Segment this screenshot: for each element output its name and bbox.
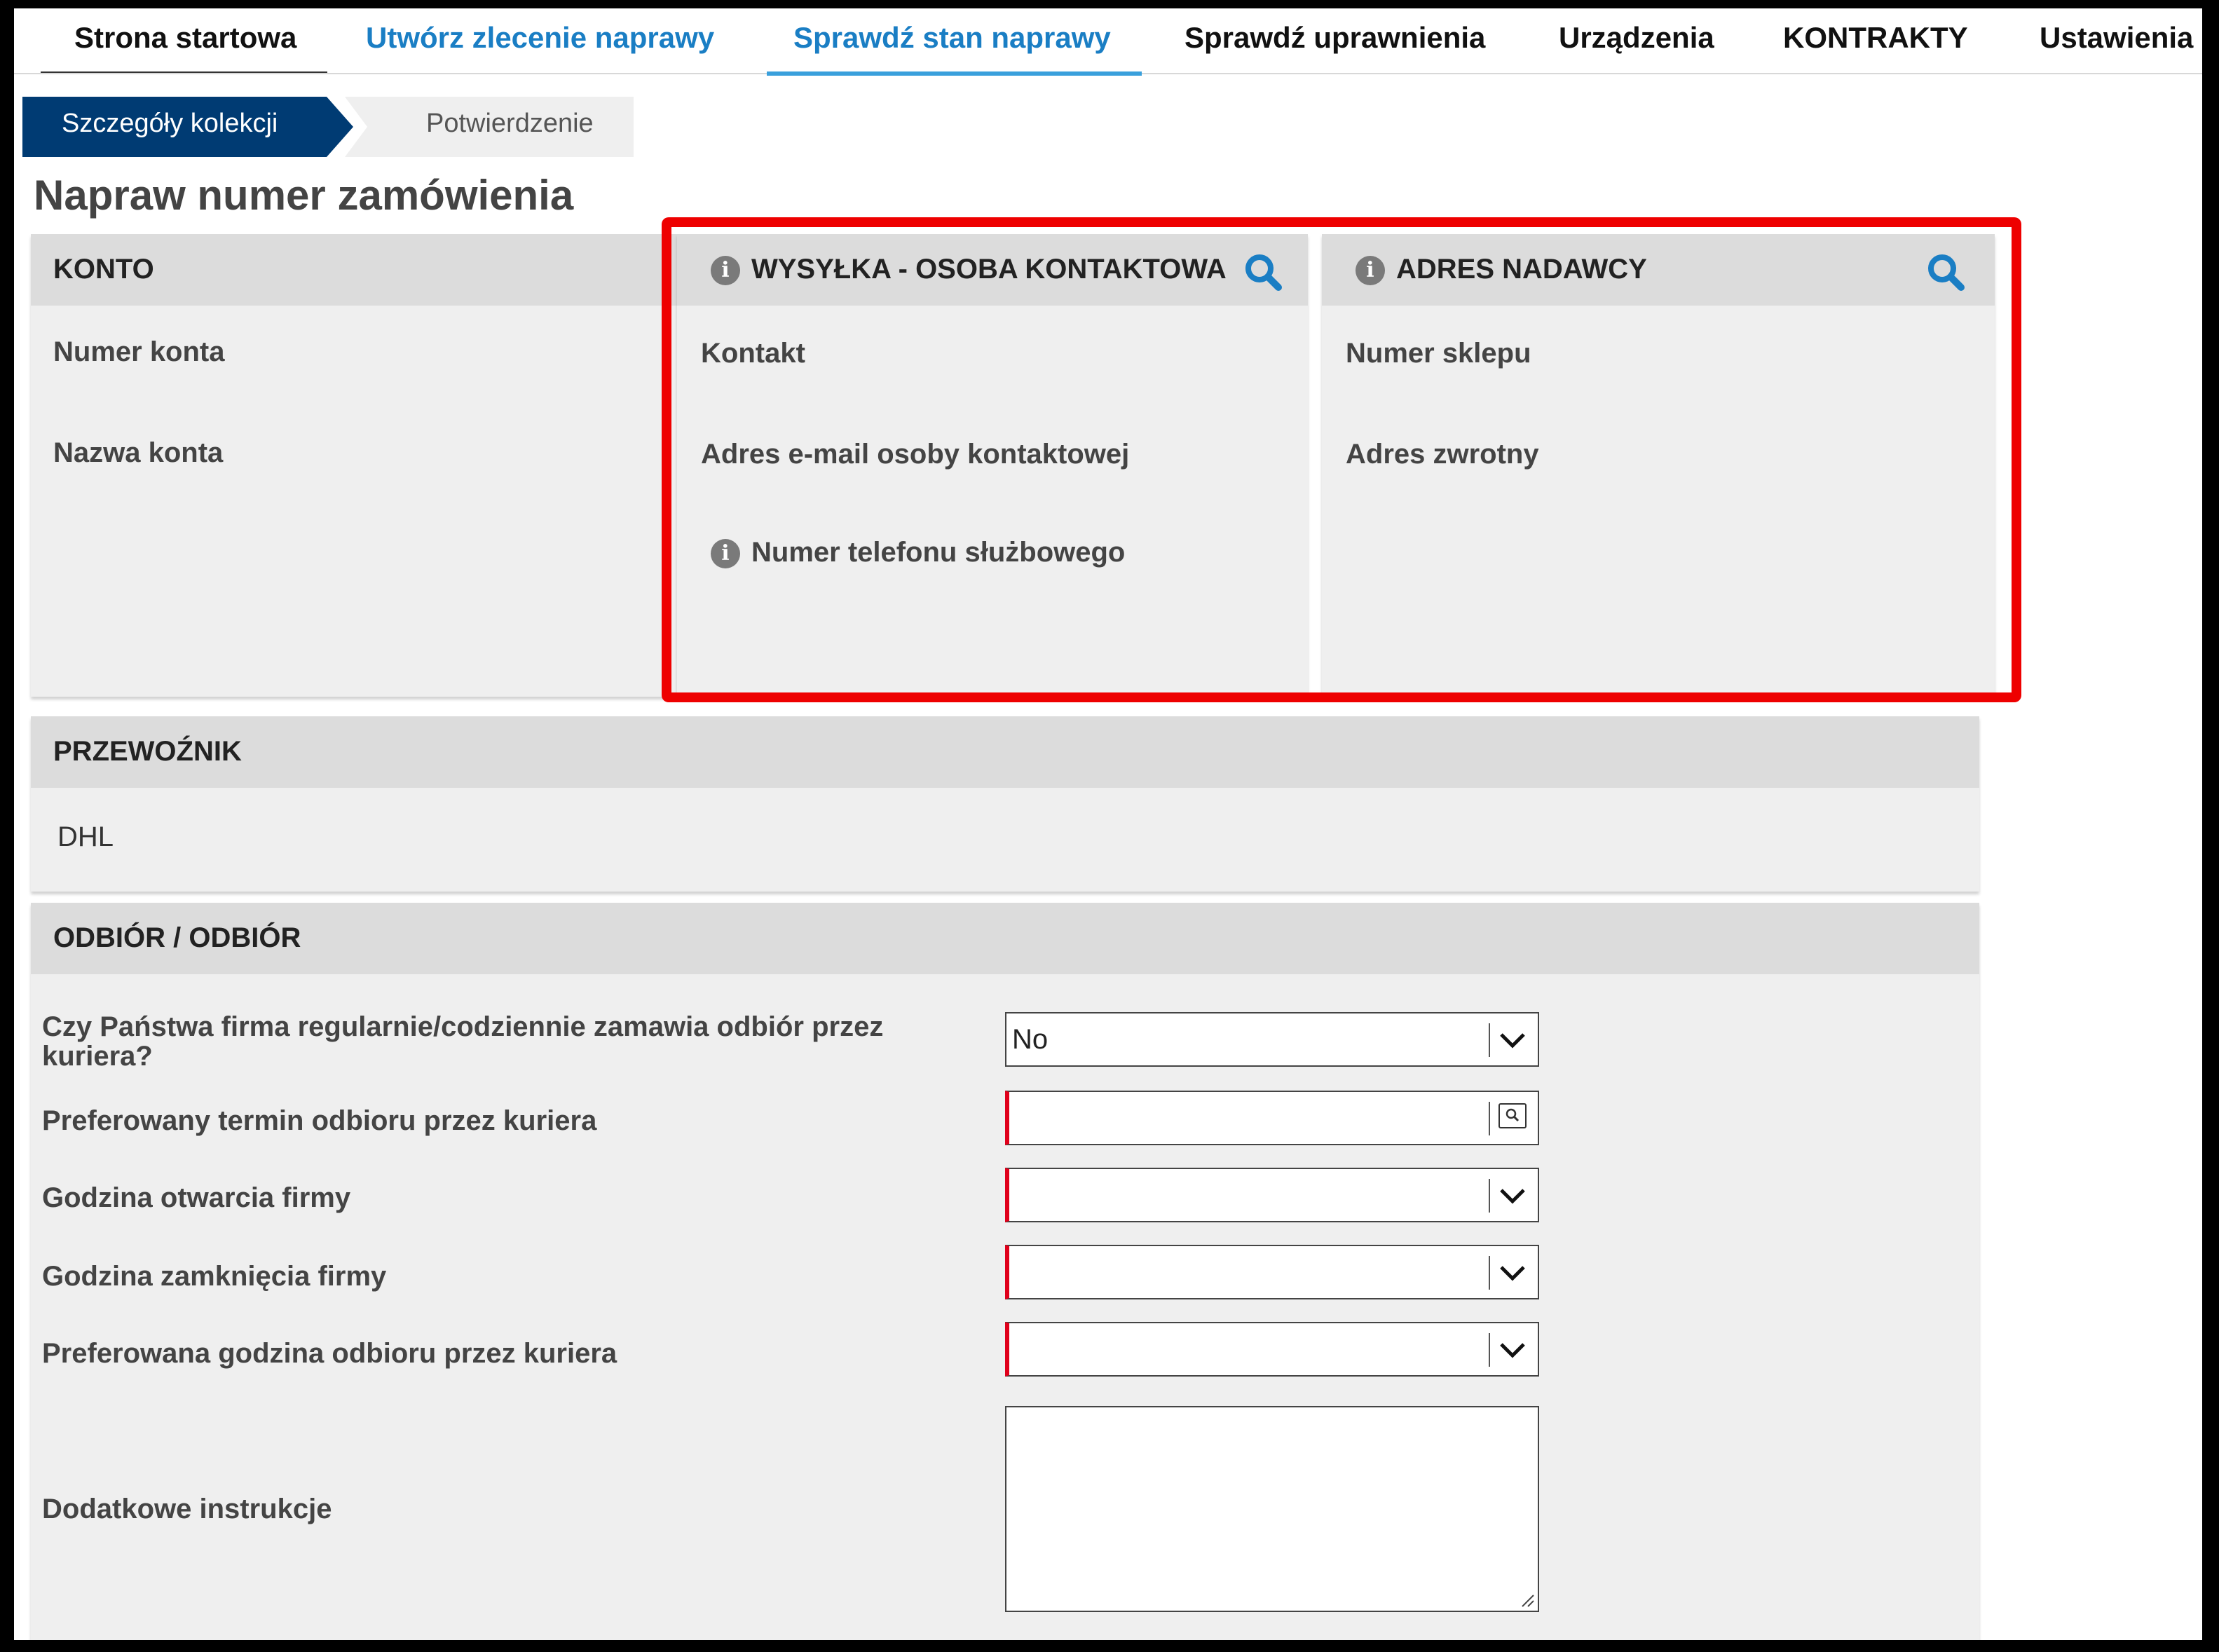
carrier-panel: PRZEWOŹNIK DHL (31, 716, 1979, 892)
select-separator (1489, 1179, 1490, 1213)
highlight-box (662, 217, 2021, 702)
closing-hour-label: Godzina zamknięcia firmy (42, 1261, 387, 1292)
select-separator (1489, 1023, 1490, 1057)
nav-home-label: Strona startowa (74, 21, 297, 54)
opening-hour-select[interactable] (1005, 1168, 1539, 1222)
page-title: Napraw numer zamówienia (34, 172, 574, 219)
wizard-step-confirmation: Potwierdzenie (345, 97, 634, 157)
opening-hour-label: Godzina otwarcia firmy (42, 1182, 351, 1213)
calendar-icon[interactable] (1498, 1103, 1527, 1128)
nav-contracts-label: KONTRAKTY (1783, 21, 1968, 54)
nav-contracts[interactable]: KONTRAKTY (1783, 8, 1968, 71)
nav-devices-label: Urządzenia (1559, 21, 1714, 54)
nav-check-entitlements[interactable]: Sprawdź uprawnienia (1184, 8, 1485, 71)
pickup-panel-title: ODBIÓR / ODBIÓR (31, 903, 1979, 974)
nav-settings[interactable]: Ustawienia (2040, 8, 2193, 71)
calendar-magnifier-glyph (1505, 1108, 1520, 1122)
carrier-value: DHL (57, 821, 114, 852)
chevron-down-icon[interactable] (1497, 1336, 1528, 1364)
app-frame: Strona startowa Utwórz zlecenie naprawy … (14, 8, 2202, 1640)
nav-devices[interactable]: Urządzenia (1559, 8, 1714, 71)
nav-active-underline (767, 71, 1142, 76)
chevron-down-icon[interactable] (1497, 1026, 1528, 1054)
nav-check-repair-status-label: Sprawdź stan naprawy (793, 21, 1111, 54)
nav-check-entitlements-label: Sprawdź uprawnienia (1184, 21, 1486, 54)
pickup-date-label: Preferowany termin odbioru przez kuriera (42, 1105, 597, 1136)
pickup-time-select[interactable] (1005, 1322, 1539, 1377)
instructions-textarea[interactable] (1005, 1406, 1539, 1612)
instructions-label: Dodatkowe instrukcje (42, 1494, 332, 1524)
select-separator (1489, 1256, 1490, 1290)
chevron-down-icon[interactable] (1497, 1182, 1528, 1210)
regular-pickup-label: Czy Państwa firma regularnie/codziennie … (42, 1011, 884, 1072)
nav-home-underline (41, 71, 328, 73)
nav-create-repair[interactable]: Utwórz zlecenie naprawy (366, 8, 714, 71)
nav-settings-label: Ustawienia (2040, 21, 2194, 54)
account-number-label: Numer konta (53, 336, 225, 367)
account-panel: KONTO Numer konta Nazwa konta (31, 234, 677, 697)
nav-check-repair-status[interactable]: Sprawdź stan naprawy (767, 8, 1142, 76)
nav-home[interactable]: Strona startowa (41, 8, 328, 73)
pickup-time-label: Preferowana godzina odbioru przez kurier… (42, 1338, 617, 1369)
account-name-label: Nazwa konta (53, 437, 224, 468)
nav-create-repair-label: Utwórz zlecenie naprawy (366, 21, 715, 54)
closing-hour-select[interactable] (1005, 1245, 1539, 1299)
wizard-step-collection-details: Szczegóły kolekcji (22, 97, 353, 157)
carrier-panel-title: PRZEWOŹNIK (31, 716, 1979, 788)
chevron-down-icon[interactable] (1497, 1259, 1528, 1287)
regular-pickup-value: No (1012, 1024, 1049, 1055)
top-navigation: Strona startowa Utwórz zlecenie naprawy … (14, 8, 2202, 76)
input-separator (1489, 1102, 1490, 1135)
regular-pickup-select[interactable]: No (1005, 1012, 1539, 1067)
account-panel-title: KONTO (31, 234, 677, 306)
select-separator (1489, 1333, 1490, 1367)
pickup-date-input[interactable] (1005, 1091, 1539, 1145)
resize-grip-icon[interactable] (1518, 1591, 1535, 1608)
